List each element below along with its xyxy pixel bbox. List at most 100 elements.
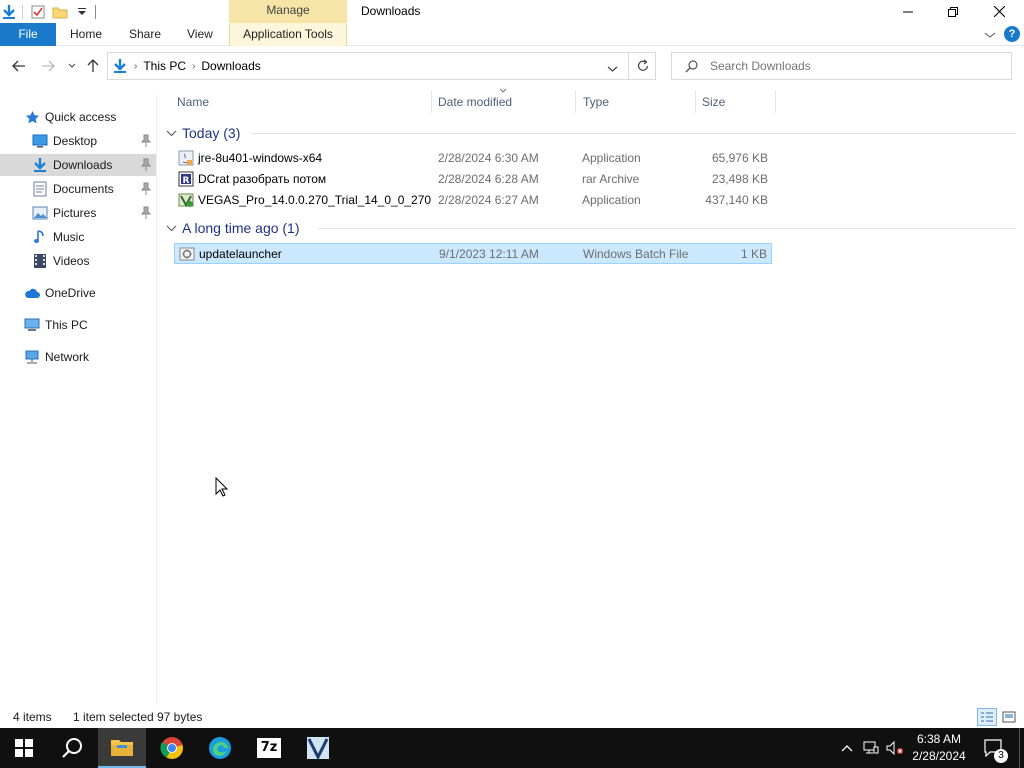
download-folder-icon[interactable] <box>0 3 18 21</box>
chevron-up-icon <box>841 745 853 752</box>
sidebar-item-videos[interactable]: Videos <box>0 250 156 272</box>
download-icon <box>114 59 126 73</box>
tab-application-tools[interactable]: Application Tools <box>229 23 347 46</box>
vegas-installer-icon <box>178 193 194 208</box>
breadcrumb-this-pc[interactable]: This PC <box>143 59 186 73</box>
navigation-pane: Quick access Desktop Downloads Documents… <box>0 95 157 705</box>
column-divider[interactable] <box>775 91 776 113</box>
notification-count-badge: 3 <box>994 749 1008 763</box>
column-divider[interactable] <box>431 91 432 113</box>
close-button[interactable] <box>976 0 1022 23</box>
tab-share[interactable]: Share <box>129 23 161 46</box>
file-row-vegas[interactable]: VEGAS_Pro_14.0.0.270_Trial_14_0_0_270 2/… <box>174 190 772 211</box>
pin-icon[interactable] <box>140 134 152 148</box>
network-status-button[interactable] <box>860 728 882 768</box>
pictures-icon <box>32 205 48 221</box>
address-dropdown-button[interactable] <box>607 62 618 76</box>
tab-file[interactable]: File <box>0 23 56 46</box>
status-bar: 4 items 1 item selected 97 bytes <box>0 705 1024 728</box>
sidebar-item-network[interactable]: Network <box>0 346 156 368</box>
pin-icon[interactable] <box>140 206 152 220</box>
show-hidden-icons-button[interactable] <box>837 728 857 768</box>
column-header-type[interactable]: Type <box>583 91 609 113</box>
quick-access-toolbar <box>0 0 96 23</box>
column-header-size[interactable]: Size <box>702 91 725 113</box>
vegas-icon <box>307 737 329 760</box>
arrow-up-icon <box>87 59 99 72</box>
large-icons-view-icon <box>1002 711 1016 723</box>
group-header-today[interactable]: Today (3) <box>166 123 240 143</box>
taskbar-7zip[interactable]: 7z <box>245 728 293 768</box>
column-divider[interactable] <box>695 91 696 113</box>
restore-button[interactable] <box>930 0 976 23</box>
chevron-down-icon <box>984 32 996 38</box>
windows-logo-icon <box>15 739 33 757</box>
group-divider <box>318 228 1016 229</box>
chrome-icon <box>160 737 183 759</box>
show-desktop-button[interactable] <box>1019 728 1024 768</box>
batch-file-icon <box>179 247 195 261</box>
sidebar-item-documents[interactable]: Documents <box>0 178 156 200</box>
desktop-icon <box>32 133 48 149</box>
minimize-button[interactable] <box>885 0 931 23</box>
tab-view[interactable]: View <box>187 23 213 46</box>
selection-size: 97 bytes <box>157 710 203 724</box>
file-row-updatelauncher[interactable]: updatelauncher 9/1/2023 12:11 AM Windows… <box>174 243 772 264</box>
pin-icon[interactable] <box>140 158 152 172</box>
action-center-button[interactable]: 3 <box>980 728 1008 768</box>
sidebar-item-downloads[interactable]: Downloads <box>0 154 156 176</box>
taskbar-chrome[interactable] <box>148 728 196 768</box>
address-bar[interactable]: › This PC › Downloads <box>107 52 656 80</box>
customize-toolbar-icon[interactable] <box>73 3 91 21</box>
item-count: 4 items <box>13 710 52 724</box>
tab-home[interactable]: Home <box>70 23 102 46</box>
sidebar-item-desktop[interactable]: Desktop <box>0 130 156 152</box>
taskbar-file-explorer[interactable] <box>98 728 146 768</box>
refresh-icon <box>637 59 648 71</box>
search-box[interactable] <box>671 52 1012 80</box>
svg-text:R: R <box>183 176 190 186</box>
details-view-button[interactable] <box>977 708 997 726</box>
help-icon[interactable]: ? <box>1004 26 1020 42</box>
properties-icon[interactable] <box>29 3 47 21</box>
group-header-long-time-ago[interactable]: A long time ago (1) <box>166 218 300 238</box>
search-button[interactable] <box>48 728 96 768</box>
expand-ribbon-button[interactable] <box>984 29 996 43</box>
column-header-date-modified[interactable]: Date modified <box>438 91 512 113</box>
start-button[interactable] <box>0 728 48 768</box>
column-header-name[interactable]: Name <box>177 91 209 113</box>
pin-icon[interactable] <box>140 182 152 196</box>
minimize-icon <box>903 11 913 12</box>
taskbar: 7z 6:38 AM 2/28/2024 3 <box>0 728 1024 768</box>
file-row-dcrat[interactable]: R DCrat разобрать потом 2/28/2024 6:28 A… <box>174 169 772 190</box>
sidebar-item-onedrive[interactable]: OneDrive <box>0 282 156 304</box>
forward-button[interactable] <box>37 55 59 77</box>
title-bar: Manage Downloads <box>0 0 1024 23</box>
sidebar-item-quick-access[interactable]: Quick access <box>0 106 156 128</box>
sidebar-item-pictures[interactable]: Pictures <box>0 202 156 224</box>
search-input[interactable] <box>710 58 1000 74</box>
refresh-button[interactable] <box>628 52 656 80</box>
sidebar-item-this-pc[interactable]: This PC <box>0 314 156 336</box>
system-clock[interactable]: 6:38 AM 2/28/2024 <box>906 731 972 765</box>
breadcrumb-separator-icon: › <box>134 60 138 72</box>
7zip-icon: 7z <box>257 738 281 758</box>
volume-muted-icon <box>886 741 903 755</box>
breadcrumb-downloads[interactable]: Downloads <box>201 59 260 73</box>
recent-locations-button[interactable] <box>61 55 83 77</box>
edge-icon <box>209 737 231 759</box>
file-row-jre[interactable]: jre-8u401-windows-x64 2/28/2024 6:30 AM … <box>174 148 772 169</box>
taskbar-edge[interactable] <box>196 728 244 768</box>
taskbar-vegas[interactable] <box>294 728 342 768</box>
details-view-icon <box>981 712 993 722</box>
back-button[interactable] <box>8 55 30 77</box>
chevron-down-icon <box>68 63 76 68</box>
sidebar-item-music[interactable]: Music <box>0 226 156 248</box>
up-button[interactable] <box>82 55 104 77</box>
large-icons-view-button[interactable] <box>999 708 1019 726</box>
column-divider[interactable] <box>575 91 576 113</box>
window-title: Downloads <box>361 4 421 18</box>
new-folder-icon[interactable] <box>51 3 69 21</box>
chevron-down-icon <box>166 130 178 137</box>
volume-button[interactable] <box>884 728 906 768</box>
